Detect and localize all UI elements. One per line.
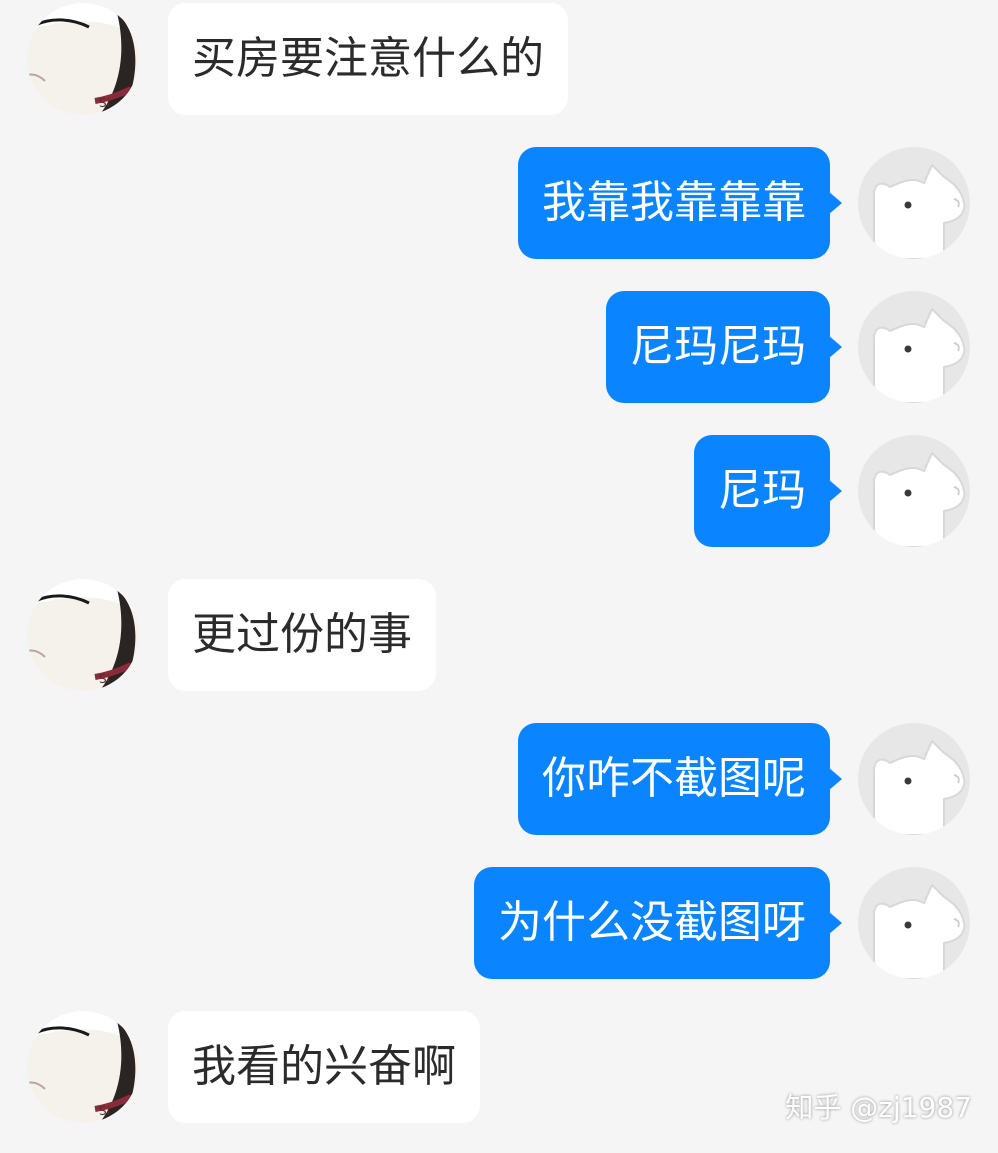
message-bubble[interactable]: 我看的兴奋啊	[168, 1011, 480, 1123]
svg-text:Si: Si	[99, 96, 110, 110]
contact-avatar[interactable]: Si	[27, 3, 139, 115]
user-avatar[interactable]	[858, 291, 970, 403]
message-bubble[interactable]: 买房要注意什么的	[168, 3, 568, 115]
user-avatar[interactable]	[858, 867, 970, 979]
message-outgoing: 为什么没截图呀	[0, 867, 998, 979]
message-incoming: Si 买房要注意什么的	[0, 3, 998, 115]
message-incoming: Si 更过份的事	[0, 579, 998, 691]
message-bubble[interactable]: 尼玛尼玛	[606, 291, 842, 403]
user-avatar[interactable]	[858, 435, 970, 547]
message-bubble[interactable]: 我靠我靠靠靠	[518, 147, 842, 259]
user-avatar[interactable]	[858, 723, 970, 835]
message-bubble[interactable]: 你咋不截图呢	[518, 723, 842, 835]
message-outgoing: 你咋不截图呢	[0, 723, 998, 835]
message-outgoing: 我靠我靠靠靠	[0, 147, 998, 259]
svg-text:Si: Si	[99, 672, 110, 686]
message-bubble[interactable]: 更过份的事	[168, 579, 436, 691]
watermark: 知乎 @zj1987	[785, 1091, 972, 1124]
chat-window: Si 买房要注意什么的 我靠我靠靠靠 尼玛尼玛 尼玛 Si 更过份的事 你咋不截…	[0, 0, 998, 1153]
message-bubble[interactable]: 尼玛	[694, 435, 842, 547]
contact-avatar[interactable]: Si	[27, 579, 139, 691]
message-bubble[interactable]: 为什么没截图呀	[474, 867, 842, 979]
svg-text:Si: Si	[99, 1104, 110, 1118]
user-avatar[interactable]	[858, 147, 970, 259]
message-outgoing: 尼玛尼玛	[0, 291, 998, 403]
contact-avatar[interactable]: Si	[27, 1011, 139, 1123]
message-outgoing: 尼玛	[0, 435, 998, 547]
